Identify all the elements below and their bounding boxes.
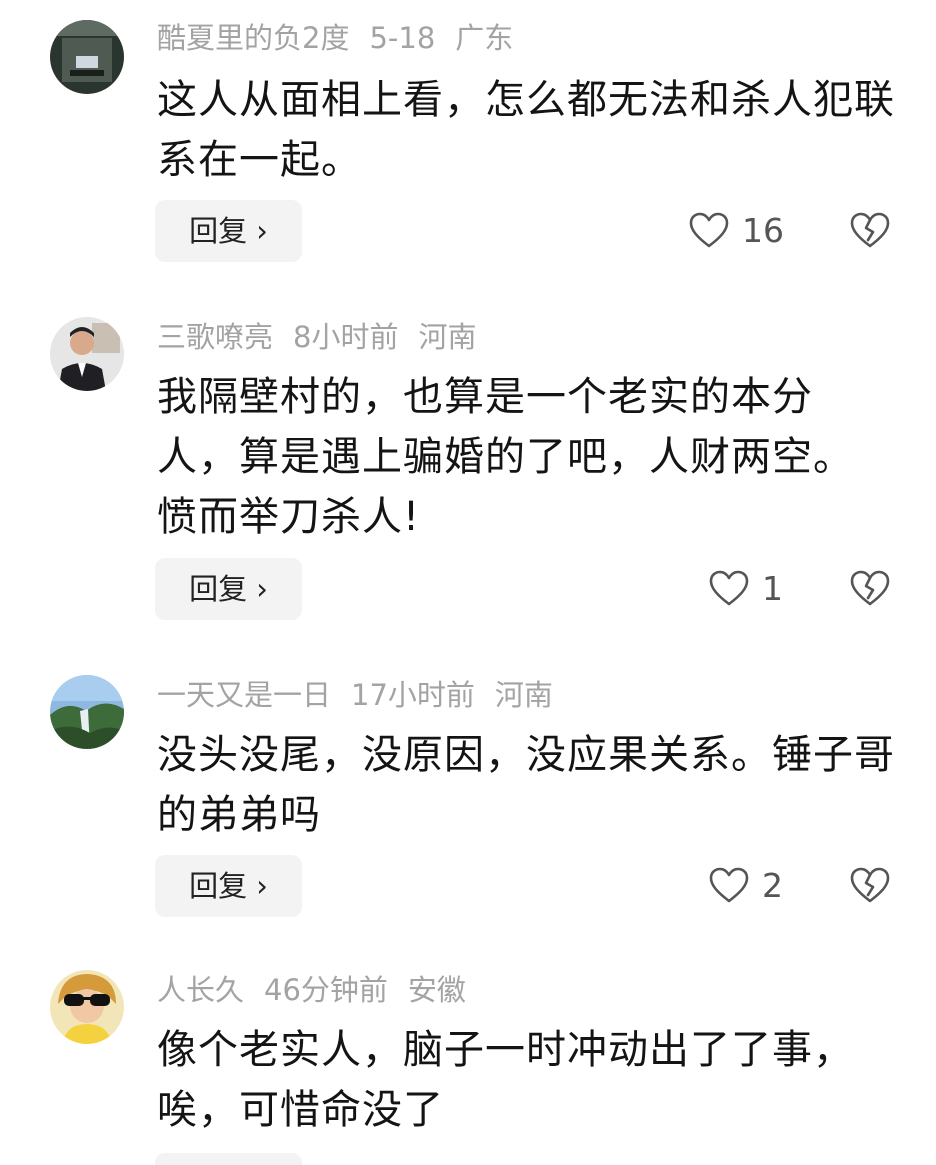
- heart-outline-icon: [688, 211, 730, 249]
- timestamp: 8小时前: [293, 320, 399, 354]
- comment-meta: 三歌嘹亮 8小时前 河南: [157, 317, 496, 357]
- username[interactable]: 一天又是一日: [157, 678, 331, 712]
- comment-meta: 酷夏里的负2度 5-18 广东: [157, 18, 533, 58]
- comment-text: 像个老实人，脑子一时冲动出了了事，唉，可惜命没了: [157, 1027, 854, 1133]
- username[interactable]: 人长久: [157, 973, 244, 1007]
- timestamp: 17小时前: [351, 678, 475, 712]
- comment-text: 这人从面相上看，怎么都无法和杀人犯联系在一起。: [157, 77, 895, 183]
- username[interactable]: 三歌嘹亮: [157, 320, 273, 354]
- like-button[interactable]: 1: [708, 558, 783, 618]
- comment-text: 没头没尾，没原因，没应果关系。锤子哥的弟弟吗: [157, 732, 895, 838]
- like-count: 1: [762, 568, 783, 608]
- reply-button[interactable]: 回复 ›: [155, 200, 302, 262]
- avatar[interactable]: [50, 317, 124, 391]
- location: 广东: [455, 21, 514, 55]
- avatar[interactable]: [50, 20, 124, 94]
- reply-button[interactable]: 回复 ›: [155, 855, 302, 917]
- broken-heart-icon[interactable]: [849, 569, 891, 607]
- location: 河南: [494, 678, 553, 712]
- location: 安徽: [407, 973, 466, 1007]
- location: 河南: [418, 320, 477, 354]
- comment-text: 我隔壁村的，也算是一个老实的本分人，算是遇上骗婚的了吧，人财两空。愤而举刀杀人!: [157, 374, 854, 540]
- username[interactable]: 酷夏里的负2度: [157, 21, 349, 55]
- broken-heart-icon[interactable]: [849, 866, 891, 904]
- like-button[interactable]: 2: [708, 855, 783, 915]
- like-button[interactable]: 16: [688, 200, 784, 260]
- broken-heart-icon[interactable]: [849, 211, 891, 249]
- comment-meta: 一天又是一日 17小时前 河南: [157, 675, 573, 715]
- timestamp: 46分钟前: [264, 973, 388, 1007]
- heart-outline-icon: [708, 866, 750, 904]
- avatar[interactable]: [50, 970, 124, 1044]
- reply-button[interactable]: 回复 ›: [155, 558, 302, 620]
- comment-meta: 人长久 46分钟前 安徽: [157, 970, 486, 1010]
- reply-button-partial[interactable]: [155, 1153, 302, 1165]
- heart-outline-icon: [708, 569, 750, 607]
- timestamp: 5-18: [369, 21, 436, 55]
- like-count: 16: [742, 210, 784, 250]
- avatar[interactable]: [50, 675, 124, 749]
- like-count: 2: [762, 865, 783, 905]
